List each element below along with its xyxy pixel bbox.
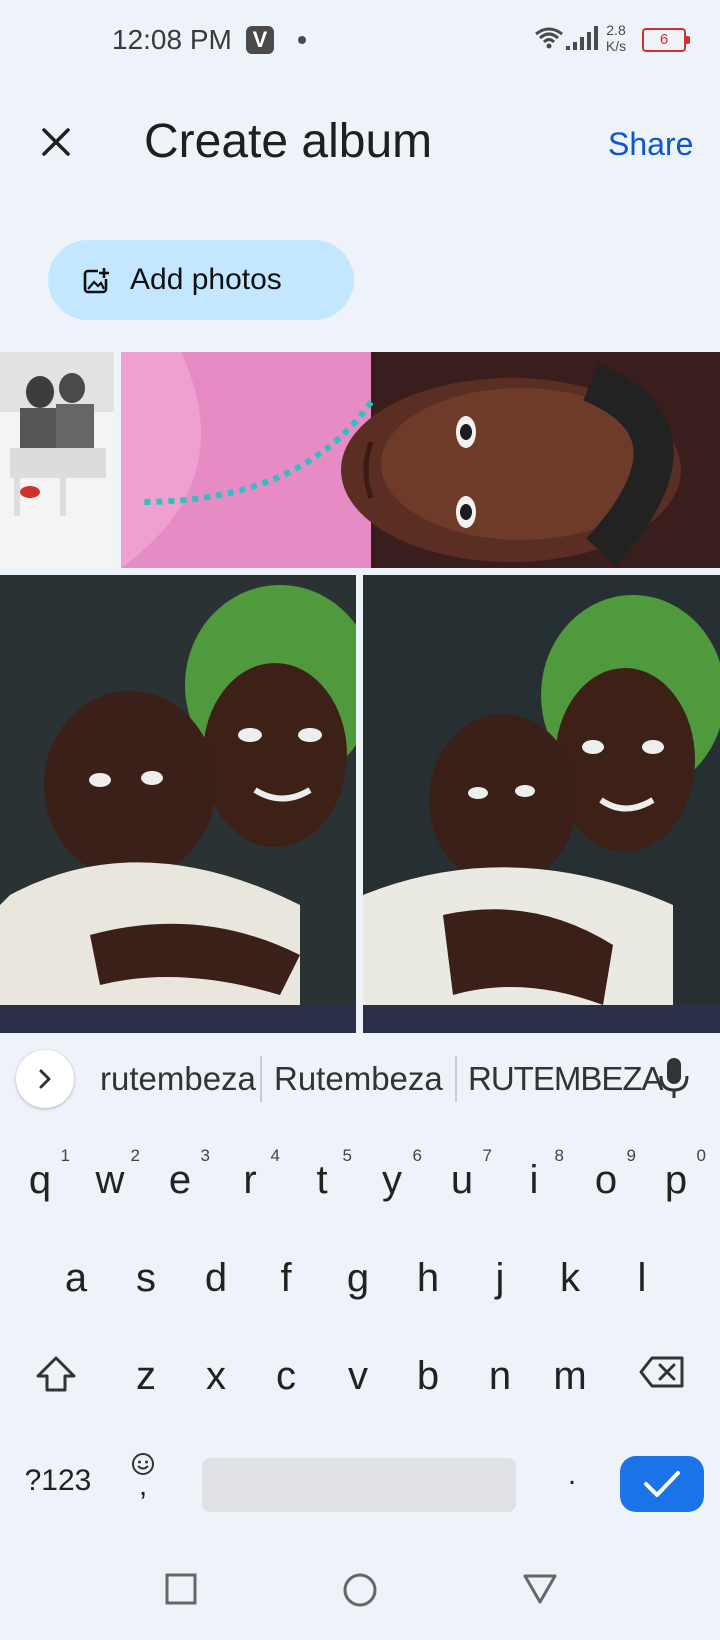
share-button[interactable]: Share	[608, 126, 693, 163]
key-o-hint: 9	[626, 1146, 636, 1165]
key-q-hint: 1	[60, 1146, 70, 1165]
add-photos-label: Add photos	[130, 263, 282, 296]
key-u[interactable]: u7	[432, 1146, 492, 1203]
key-t[interactable]: t5	[292, 1146, 352, 1203]
key-p-hint: 0	[696, 1146, 706, 1165]
period-key[interactable]: .	[542, 1458, 602, 1492]
wifi-icon	[535, 27, 563, 49]
status-time: 12:08 PM	[112, 24, 232, 55]
key-g[interactable]: g	[328, 1256, 388, 1301]
key-r-label: r	[243, 1158, 257, 1202]
key-o-label: o	[594, 1158, 618, 1202]
key-a[interactable]: a	[46, 1256, 106, 1301]
key-e-label: e	[168, 1158, 192, 1202]
comma-emoji-key[interactable]: ,	[118, 1452, 168, 1502]
microphone-icon[interactable]	[654, 1056, 694, 1100]
key-d[interactable]: d	[186, 1256, 246, 1301]
suggestion-2[interactable]: Rutembeza	[274, 1060, 443, 1098]
enter-key[interactable]	[620, 1456, 704, 1512]
network-speed-unit: K/s	[605, 38, 627, 54]
key-b[interactable]: b	[398, 1354, 458, 1399]
backspace-key[interactable]	[632, 1354, 692, 1400]
shift-icon	[36, 1356, 76, 1392]
key-y-hint: 6	[412, 1146, 422, 1165]
square-icon[interactable]	[164, 1572, 198, 1606]
chevron-right-icon	[39, 1069, 51, 1089]
circle-icon[interactable]	[342, 1572, 378, 1608]
photo-two-people-sitting[interactable]	[0, 352, 114, 568]
page-title: Create album	[144, 115, 433, 168]
suggestion-3[interactable]: RUTEMBEZA	[468, 1060, 664, 1098]
key-l[interactable]: l	[612, 1256, 672, 1301]
key-r[interactable]: r4	[220, 1146, 280, 1203]
key-w-hint: 2	[130, 1146, 140, 1165]
key-y[interactable]: y6	[362, 1146, 422, 1203]
key-x[interactable]: x	[186, 1354, 246, 1399]
photo-children-green-hood-1[interactable]	[0, 575, 356, 1033]
add-photos-button[interactable]: Add photos	[48, 240, 354, 320]
network-speed: 2.8 K/s	[602, 22, 630, 54]
key-u-label: u	[450, 1158, 474, 1202]
key-t-label: t	[316, 1158, 328, 1202]
key-h[interactable]: h	[398, 1256, 458, 1301]
key-i[interactable]: i8	[504, 1146, 564, 1203]
key-c[interactable]: c	[256, 1354, 316, 1399]
key-p-label: p	[664, 1158, 688, 1202]
suggestion-1[interactable]: rutembeza	[100, 1060, 256, 1098]
key-v[interactable]: v	[328, 1354, 388, 1399]
key-m[interactable]: m	[540, 1354, 600, 1399]
key-w[interactable]: w2	[80, 1146, 140, 1203]
key-p[interactable]: p0	[646, 1146, 706, 1203]
key-i-hint: 8	[554, 1146, 564, 1165]
key-j[interactable]: j	[470, 1256, 530, 1301]
close-icon	[42, 128, 70, 156]
system-nav-bar	[0, 1548, 720, 1640]
close-button[interactable]	[30, 116, 82, 168]
keyboard-suggestion-bar: rutembeza Rutembeza RUTEMBEZA	[0, 1036, 720, 1122]
photo-children-green-hood-2[interactable]	[363, 575, 720, 1033]
key-w-label: w	[95, 1158, 125, 1202]
battery-icon: 6	[642, 28, 690, 52]
keyboard-expand-button[interactable]	[16, 1050, 74, 1108]
key-n[interactable]: n	[470, 1354, 530, 1399]
shift-key[interactable]	[26, 1354, 86, 1404]
comma-label: ,	[138, 1469, 148, 1502]
key-o[interactable]: o9	[576, 1146, 636, 1203]
triangle-back-icon[interactable]	[522, 1572, 558, 1606]
photo-selfie-pink-shirt[interactable]	[121, 352, 720, 568]
key-f[interactable]: f	[256, 1256, 316, 1301]
suggestion-divider	[260, 1056, 262, 1102]
key-q-label: q	[28, 1158, 52, 1202]
key-y-label: y	[382, 1158, 402, 1202]
key-z[interactable]: z	[116, 1354, 176, 1399]
key-s[interactable]: s	[116, 1256, 176, 1301]
add-photo-icon	[83, 267, 110, 294]
notification-dot-icon	[298, 36, 306, 44]
checkmark-icon	[644, 1471, 680, 1497]
on-screen-keyboard: q1 w2 e3 r4 t5 y6 u7 i8 o9 p0 a s d f g …	[0, 1122, 720, 1548]
space-bar[interactable]	[202, 1458, 516, 1512]
key-k[interactable]: k	[540, 1256, 600, 1301]
app-header: Create album Share	[0, 96, 720, 192]
key-i-label: i	[529, 1158, 539, 1202]
key-u-hint: 7	[482, 1146, 492, 1165]
backspace-icon	[639, 1356, 684, 1388]
key-q[interactable]: q1	[10, 1146, 70, 1203]
signal-icon	[566, 26, 598, 50]
suggestion-divider	[455, 1056, 457, 1102]
key-t-hint: 5	[342, 1146, 352, 1165]
key-e-hint: 3	[200, 1146, 210, 1165]
symbols-key[interactable]: ?123	[18, 1464, 98, 1498]
key-e[interactable]: e3	[150, 1146, 210, 1203]
network-speed-value: 2.8	[606, 22, 626, 38]
status-bar: 12:08 PM V 2.8 K/s 6	[0, 0, 720, 80]
app-notification-icon: V	[246, 26, 274, 54]
key-r-hint: 4	[270, 1146, 280, 1165]
